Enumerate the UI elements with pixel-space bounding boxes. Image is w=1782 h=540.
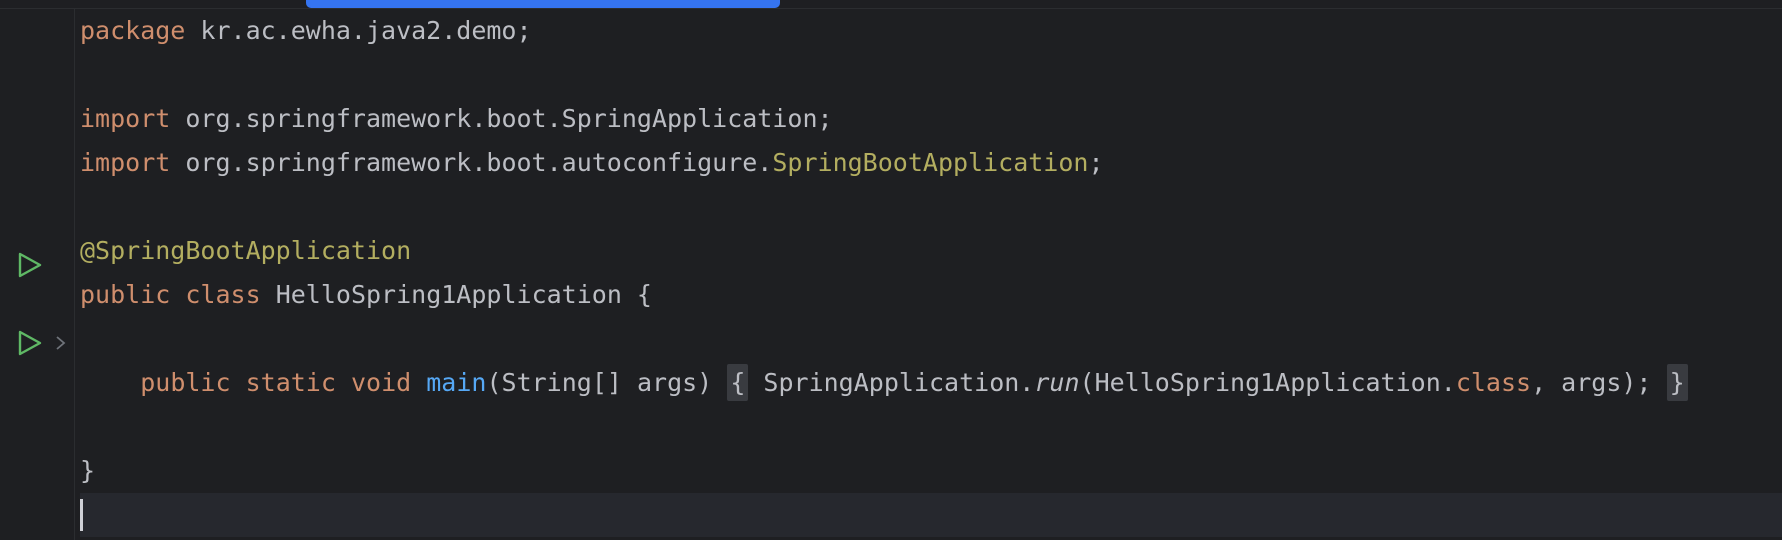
code-line-3: import org.springframework.boot.SpringAp… [80,97,1782,141]
package-name: kr.ac.ewha.java2.demo; [185,16,532,45]
editor-gutter [0,9,75,540]
import-path: org.springframework.boot.autoconfigure. [170,148,773,177]
class-declaration: HelloSpring1Application { [260,280,652,309]
code-editor[interactable]: package kr.ac.ewha.java2.demo; import or… [0,0,1782,540]
semicolon: ; [1088,148,1104,177]
annotation-class-ref: SpringBootApplication [772,148,1089,177]
method-params: (String[] args) [486,368,713,397]
keyword: package [80,16,186,45]
keyword: class [185,280,261,309]
keyword: public [80,280,171,309]
method-body: (HelloSpring1Application. [1079,368,1456,397]
method-body: SpringApplication. [748,368,1035,397]
annotation: @SpringBootApplication [80,236,412,265]
code-line-4: import org.springframework.boot.autoconf… [80,141,1782,185]
text-caret [80,499,83,531]
code-line-11: } [80,449,1782,493]
method-body: , args); [1531,368,1652,397]
code-line-1: package kr.ac.ewha.java2.demo; [80,9,1782,53]
code-line-6: @SpringBootApplication [80,229,1782,273]
chevron-right-icon[interactable] [52,328,70,358]
code-line-9: public static void main(String[] args) {… [80,361,1782,405]
code-area[interactable]: package kr.ac.ewha.java2.demo; import or… [80,9,1782,540]
keyword: void [350,368,412,397]
keyword: import [80,104,171,133]
keyword: import [80,148,171,177]
import-path: org.springframework.boot.SpringApplicati… [170,104,833,133]
folded-brace-close[interactable]: } [1666,364,1688,401]
closing-brace: } [80,456,96,485]
method-name: main [426,368,487,397]
current-line[interactable] [80,493,1782,537]
run-class-icon[interactable] [14,250,44,280]
horizontal-scroll-thumb[interactable] [306,0,780,8]
keyword: static [245,368,336,397]
keyword: public [140,368,231,397]
keyword: class [1455,368,1532,397]
code-line-7: public class HelloSpring1Application { [80,273,1782,317]
folded-brace-open[interactable]: { [727,364,749,401]
static-call: run [1034,368,1080,397]
horizontal-scroll-track[interactable] [0,0,1782,9]
run-main-icon[interactable] [14,328,44,358]
